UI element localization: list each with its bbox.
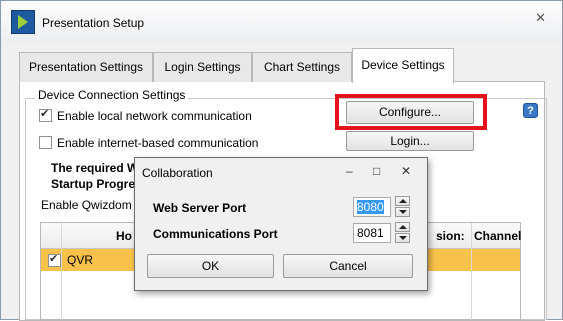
web-server-port-input[interactable]: 8080 — [353, 197, 391, 217]
row-checkbox[interactable] — [48, 252, 61, 267]
app-icon — [11, 10, 35, 34]
communications-port-spinner[interactable] — [395, 222, 410, 243]
window-title: Presentation Setup — [42, 16, 145, 30]
collaboration-dialog: Collaboration – □ ✕ Web Server Port 8080… — [134, 157, 428, 291]
local-network-checkbox[interactable] — [39, 107, 52, 122]
local-network-option[interactable]: Enable local network communication — [39, 107, 252, 123]
web-server-port-label: Web Server Port — [153, 201, 247, 215]
communications-port-value: 8081 — [357, 226, 384, 240]
column-divider — [61, 223, 62, 320]
login-button[interactable]: Login... — [346, 131, 474, 151]
close-icon[interactable]: ✕ — [535, 10, 546, 26]
web-server-port-value: 8080 — [357, 200, 384, 214]
tab-presentation-settings[interactable]: Presentation Settings — [19, 52, 153, 82]
web-server-port-spinner[interactable] — [395, 196, 410, 217]
group-title: Device Connection Settings — [35, 88, 189, 102]
enable-text: Enable Qwizdom F — [41, 198, 143, 212]
column-host[interactable]: Ho — [116, 229, 132, 243]
minimize-icon[interactable]: – — [346, 164, 353, 178]
communications-port-label: Communications Port — [153, 227, 278, 241]
spin-down-icon[interactable] — [395, 233, 410, 243]
internet-label: Enable internet-based communication — [57, 136, 259, 150]
annotation-highlight — [335, 94, 487, 130]
column-channel[interactable]: Channel — [474, 229, 521, 243]
internet-option[interactable]: Enable internet-based communication — [39, 136, 258, 150]
column-divider — [471, 223, 472, 320]
title-bar: Presentation Setup ✕ — [1, 1, 562, 43]
tab-login-settings[interactable]: Login Settings — [153, 52, 252, 82]
tab-chart-settings[interactable]: Chart Settings — [252, 52, 352, 82]
ok-button[interactable]: OK — [147, 254, 274, 278]
dialog-title: Collaboration — [142, 166, 213, 180]
internet-checkbox[interactable] — [39, 136, 52, 149]
row-name: QVR — [67, 253, 94, 267]
spin-up-icon[interactable] — [395, 222, 410, 232]
tab-device-settings[interactable]: Device Settings — [352, 48, 454, 83]
spin-down-icon[interactable] — [395, 207, 410, 217]
dialog-close-icon[interactable]: ✕ — [401, 164, 411, 178]
cancel-button[interactable]: Cancel — [283, 254, 413, 278]
communications-port-input[interactable]: 8081 — [353, 223, 391, 243]
spin-up-icon[interactable] — [395, 196, 410, 206]
notice-line-2: Startup Progres — [51, 177, 142, 191]
maximize-icon[interactable]: □ — [373, 164, 380, 178]
notice-line-1: The required W — [51, 161, 139, 175]
dialog-title-bar: Collaboration – □ ✕ — [135, 158, 427, 188]
local-network-label: Enable local network communication — [57, 109, 252, 123]
help-icon[interactable]: ? — [523, 103, 538, 118]
column-version[interactable]: sion: — [436, 229, 465, 243]
